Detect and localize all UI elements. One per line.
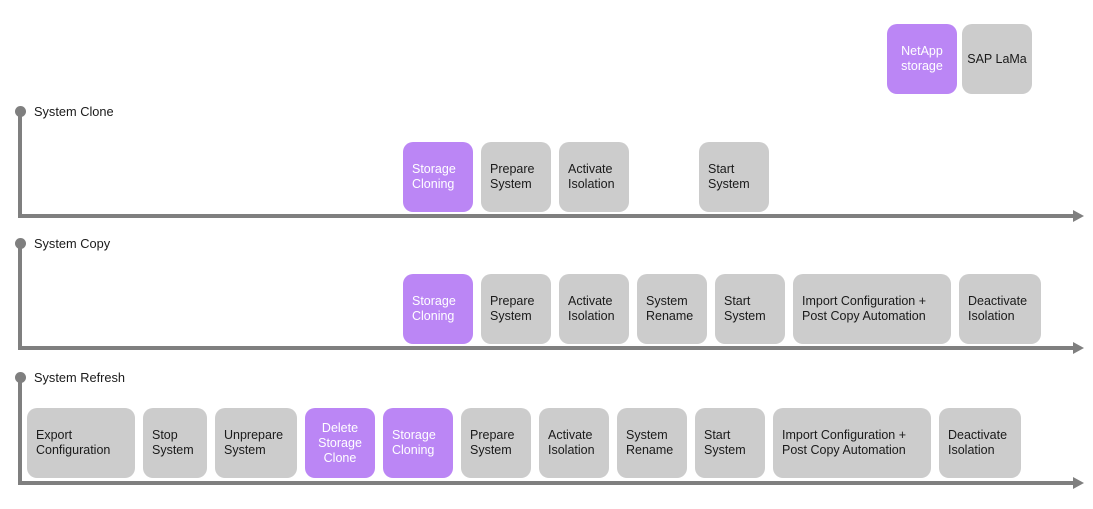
step-activate-isolation[interactable]: Activate Isolation	[539, 408, 609, 478]
step-prepare-system[interactable]: Prepare System	[461, 408, 531, 478]
step-start-system[interactable]: Start System	[695, 408, 765, 478]
lane-label-system-refresh: System Refresh	[34, 370, 126, 385]
lane-vertical-axis	[18, 380, 22, 485]
axis-arrowhead-icon	[1073, 342, 1084, 354]
lane-label-system-clone: System Clone	[34, 104, 114, 119]
step-start-system[interactable]: Start System	[699, 142, 769, 212]
lane-steps-system-refresh: Export Configuration Stop System Unprepa…	[27, 408, 1021, 478]
legend: NetApp storage SAP LaMa	[887, 24, 1032, 94]
legend-chip-label: NetApp storage	[901, 44, 943, 73]
axis-arrowhead-icon	[1073, 477, 1084, 489]
lane-horizontal-axis	[18, 481, 1075, 485]
step-storage-cloning[interactable]: Storage Cloning	[383, 408, 453, 478]
step-deactivate-isolation[interactable]: Deactivate Isolation	[959, 274, 1041, 344]
lane-steps-system-copy: Storage Cloning Prepare System Activate …	[403, 274, 1041, 344]
step-stop-system[interactable]: Stop System	[143, 408, 207, 478]
step-activate-isolation[interactable]: Activate Isolation	[559, 142, 629, 212]
step-storage-cloning[interactable]: Storage Cloning	[403, 142, 473, 212]
step-prepare-system[interactable]: Prepare System	[481, 274, 551, 344]
step-start-system[interactable]: Start System	[715, 274, 785, 344]
step-system-rename[interactable]: System Rename	[617, 408, 687, 478]
step-export-configuration[interactable]: Export Configuration	[27, 408, 135, 478]
lane-vertical-axis	[18, 114, 22, 218]
diagram-canvas: NetApp storage SAP LaMa System Clone Sto…	[0, 0, 1093, 509]
legend-chip-sap-lama: SAP LaMa	[962, 24, 1032, 94]
legend-chip-netapp-storage: NetApp storage	[887, 24, 957, 94]
legend-chip-label: SAP LaMa	[967, 51, 1027, 66]
step-import-configuration-post-copy-automation[interactable]: Import Configuration + Post Copy Automat…	[773, 408, 931, 478]
step-delete-storage-clone[interactable]: Delete Storage Clone	[305, 408, 375, 478]
step-storage-cloning[interactable]: Storage Cloning	[403, 274, 473, 344]
lane-horizontal-axis	[18, 346, 1075, 350]
lane-steps-system-clone: Storage Cloning Prepare System Activate …	[403, 142, 769, 212]
axis-arrowhead-icon	[1073, 210, 1084, 222]
step-import-configuration-post-copy-automation[interactable]: Import Configuration + Post Copy Automat…	[793, 274, 951, 344]
step-activate-isolation[interactable]: Activate Isolation	[559, 274, 629, 344]
step-unprepare-system[interactable]: Unprepare System	[215, 408, 297, 478]
step-deactivate-isolation[interactable]: Deactivate Isolation	[939, 408, 1021, 478]
step-system-rename[interactable]: System Rename	[637, 274, 707, 344]
lane-vertical-axis	[18, 246, 22, 350]
step-prepare-system[interactable]: Prepare System	[481, 142, 551, 212]
lane-horizontal-axis	[18, 214, 1075, 218]
lane-label-system-copy: System Copy	[34, 236, 111, 251]
